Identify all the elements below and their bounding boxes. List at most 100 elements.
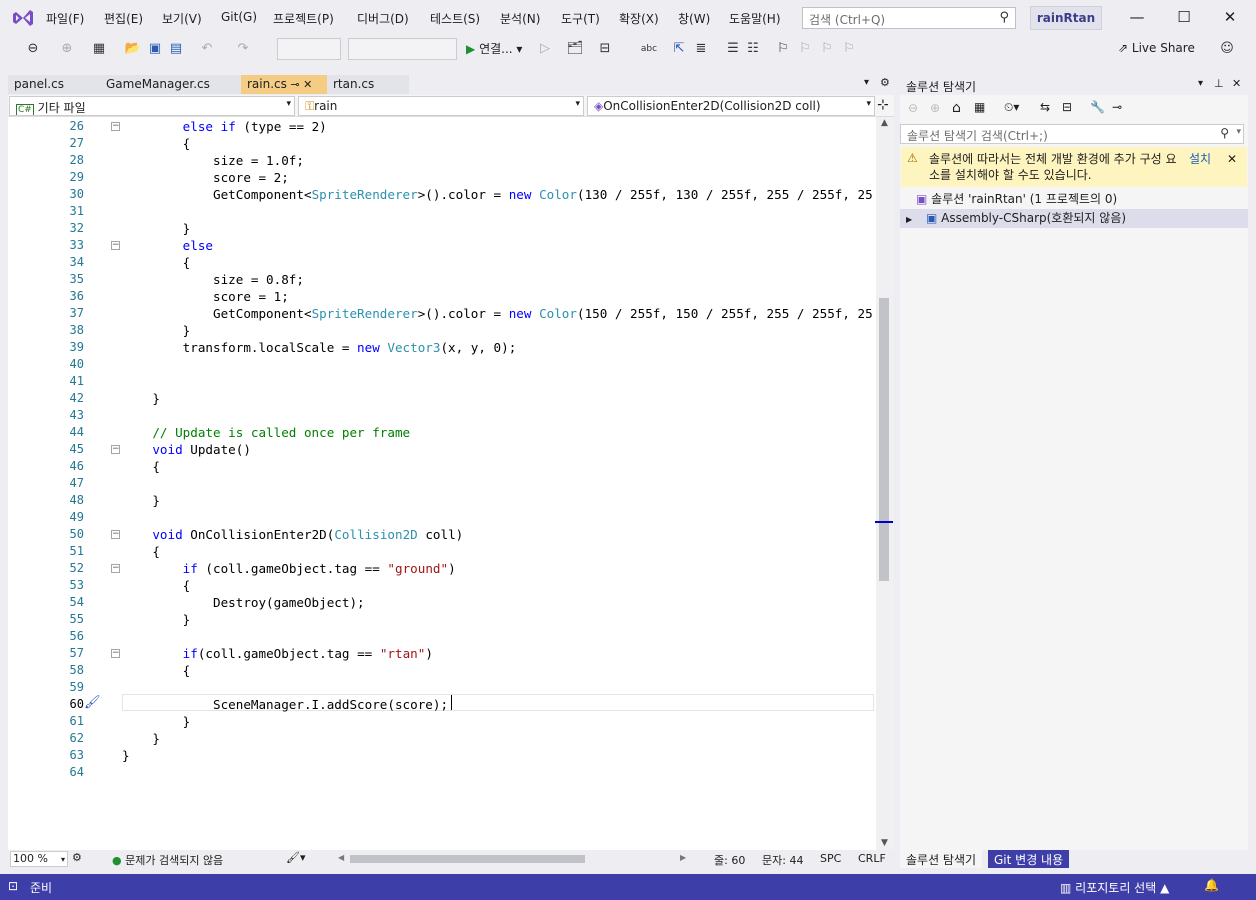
- run-button[interactable]: ▶ 연결... ▾: [466, 40, 522, 57]
- menu-item[interactable]: 디버그(D): [357, 10, 409, 27]
- live-share-button[interactable]: ⇗ Live Share: [1118, 41, 1195, 55]
- code-line[interactable]: {: [122, 543, 160, 560]
- code-line[interactable]: {: [122, 135, 191, 152]
- config-dropdown[interactable]: [277, 38, 341, 60]
- dismiss-icon[interactable]: ✕: [1227, 151, 1237, 167]
- code-line[interactable]: score = 2;: [122, 169, 289, 186]
- browse-icon[interactable]: 🗂: [566, 40, 584, 58]
- whitespace-indicator[interactable]: SPC: [820, 852, 841, 865]
- tab-pin-close-icon[interactable]: ⊸ ✕: [287, 78, 312, 91]
- code-line[interactable]: score = 1;: [122, 288, 289, 305]
- menu-item[interactable]: 테스트(S): [430, 10, 480, 27]
- close-icon[interactable]: ✕: [1218, 6, 1242, 28]
- comment-icon[interactable]: ☰: [724, 40, 742, 58]
- horizontal-scrollbar-thumb[interactable]: [350, 855, 585, 863]
- zoom-dropdown[interactable]: 100 % ▾: [10, 851, 68, 867]
- code-line[interactable]: transform.localScale = new Vector3(x, y,…: [122, 339, 517, 356]
- fold-toggle-icon[interactable]: −: [111, 122, 120, 131]
- properties-wrench-icon[interactable]: 🔧: [1090, 100, 1105, 114]
- back-icon[interactable]: ⊖: [908, 101, 918, 115]
- feedback-icon[interactable]: ☺: [1218, 40, 1236, 58]
- code-line[interactable]: void OnCollisionEnter2D(Collision2D coll…: [122, 526, 463, 543]
- expand-arrow-icon[interactable]: ▶: [906, 215, 912, 224]
- layout-icon[interactable]: ⊟: [596, 40, 614, 58]
- code-line[interactable]: }: [122, 611, 191, 628]
- code-line[interactable]: void Update(): [122, 441, 251, 458]
- menu-item[interactable]: Git(G): [221, 10, 257, 24]
- code-line[interactable]: }: [122, 492, 160, 509]
- save-icon[interactable]: ▣: [146, 40, 164, 58]
- menu-item[interactable]: 파일(F): [46, 10, 84, 27]
- forward-icon[interactable]: ⊕: [58, 40, 76, 58]
- menu-item[interactable]: 편집(E): [104, 10, 143, 27]
- forward-icon[interactable]: ⊕: [930, 101, 940, 115]
- settings-gear-icon[interactable]: ⚙: [880, 76, 890, 89]
- spellcheck-icon[interactable]: abc: [640, 40, 658, 58]
- home-icon[interactable]: ⌂: [952, 100, 961, 116]
- class-dropdown[interactable]: ⚿rain ▾: [298, 96, 584, 116]
- code-line[interactable]: SceneManager.I.addScore(score);: [122, 696, 448, 713]
- scroll-right-icon[interactable]: ▶: [680, 853, 686, 862]
- switch-views-icon[interactable]: ▦: [974, 100, 985, 114]
- menu-item[interactable]: 도움말(H): [729, 10, 781, 27]
- pending-changes-icon[interactable]: ⏲▾: [1004, 100, 1019, 115]
- new-project-icon[interactable]: ▦: [90, 40, 108, 58]
- scrollbar-thumb[interactable]: [879, 298, 889, 581]
- minimize-icon[interactable]: —: [1125, 6, 1149, 28]
- tree-item-project[interactable]: ▶ ▣ Assembly-CSharp(호환되지 않음): [900, 209, 1248, 228]
- fold-toggle-icon[interactable]: −: [111, 564, 120, 573]
- next-bookmark-icon[interactable]: ⚐: [820, 40, 834, 58]
- code-line[interactable]: GetComponent<SpriteRenderer>().color = n…: [122, 186, 873, 203]
- open-folder-icon[interactable]: 📂: [124, 40, 142, 58]
- line-indicator[interactable]: 줄: 60: [714, 852, 745, 868]
- code-line[interactable]: }: [122, 747, 130, 764]
- bookmark-icon[interactable]: ⚐: [776, 40, 790, 58]
- line-ending-indicator[interactable]: CRLF: [858, 852, 886, 865]
- project-scope-dropdown[interactable]: C# 기타 파일 ▾: [9, 96, 295, 116]
- visual-studio-logo[interactable]: [12, 9, 34, 27]
- menu-item[interactable]: 도구(T): [561, 10, 600, 27]
- step-icon[interactable]: ⇱: [670, 40, 688, 58]
- save-all-icon[interactable]: ▤: [167, 40, 185, 58]
- pin-icon[interactable]: ⊥: [1214, 77, 1224, 90]
- bookmark-list-icon[interactable]: ≣: [692, 40, 710, 58]
- code-line[interactable]: }: [122, 713, 191, 730]
- collapse-all-icon[interactable]: ⊟: [1062, 100, 1072, 114]
- tab-1[interactable]: GameManager.cs: [100, 75, 241, 94]
- platform-dropdown[interactable]: [348, 38, 457, 60]
- tab-2[interactable]: rain.cs ⊸ ✕: [241, 75, 327, 94]
- panel-close-icon[interactable]: ✕: [1232, 77, 1241, 90]
- code-line[interactable]: }: [122, 322, 191, 339]
- code-line[interactable]: // Update is called once per frame: [122, 424, 410, 441]
- tab-0[interactable]: panel.cs: [8, 75, 100, 94]
- tab-solution-explorer[interactable]: 솔루션 탐색기: [900, 850, 983, 868]
- code-line[interactable]: else if (type == 2): [122, 118, 327, 135]
- redo-icon[interactable]: ↷: [234, 40, 252, 58]
- fold-toggle-icon[interactable]: −: [111, 530, 120, 539]
- back-icon[interactable]: ⊖: [24, 40, 42, 58]
- menu-item[interactable]: 보기(V): [162, 10, 202, 27]
- scroll-up-icon[interactable]: ▲: [881, 118, 888, 128]
- tab-3[interactable]: rtan.cs: [327, 75, 409, 94]
- code-line[interactable]: else: [122, 237, 213, 254]
- preview-icon[interactable]: ⊸: [1112, 100, 1122, 114]
- column-indicator[interactable]: 문자: 44: [762, 852, 803, 868]
- brush-dropdown-icon[interactable]: 🖌▾: [286, 851, 306, 864]
- tab-git-changes[interactable]: Git 변경 내용: [988, 850, 1070, 868]
- code-line[interactable]: size = 0.8f;: [122, 271, 304, 288]
- project-name-badge[interactable]: rainRtan: [1030, 6, 1102, 30]
- repo-selector[interactable]: ▥ 리포지토리 선택 ▲: [1060, 879, 1169, 896]
- panel-menu-icon[interactable]: ▾: [1198, 78, 1203, 89]
- scroll-left-icon[interactable]: ◀: [338, 853, 344, 862]
- code-line[interactable]: {: [122, 662, 191, 679]
- uncomment-icon[interactable]: ☷: [744, 40, 762, 58]
- code-line[interactable]: Destroy(gameObject);: [122, 594, 365, 611]
- code-line[interactable]: }: [122, 730, 160, 747]
- code-line[interactable]: if (coll.gameObject.tag == "ground"): [122, 560, 456, 577]
- search-box[interactable]: 검색 (Ctrl+Q) ⚲: [802, 7, 1016, 29]
- scroll-down-icon[interactable]: ▼: [881, 838, 888, 848]
- menu-item[interactable]: 프로젝트(P): [273, 10, 334, 27]
- tab-overflow-icon[interactable]: ▾: [864, 77, 869, 88]
- code-line[interactable]: {: [122, 254, 191, 271]
- fold-toggle-icon[interactable]: −: [111, 241, 120, 250]
